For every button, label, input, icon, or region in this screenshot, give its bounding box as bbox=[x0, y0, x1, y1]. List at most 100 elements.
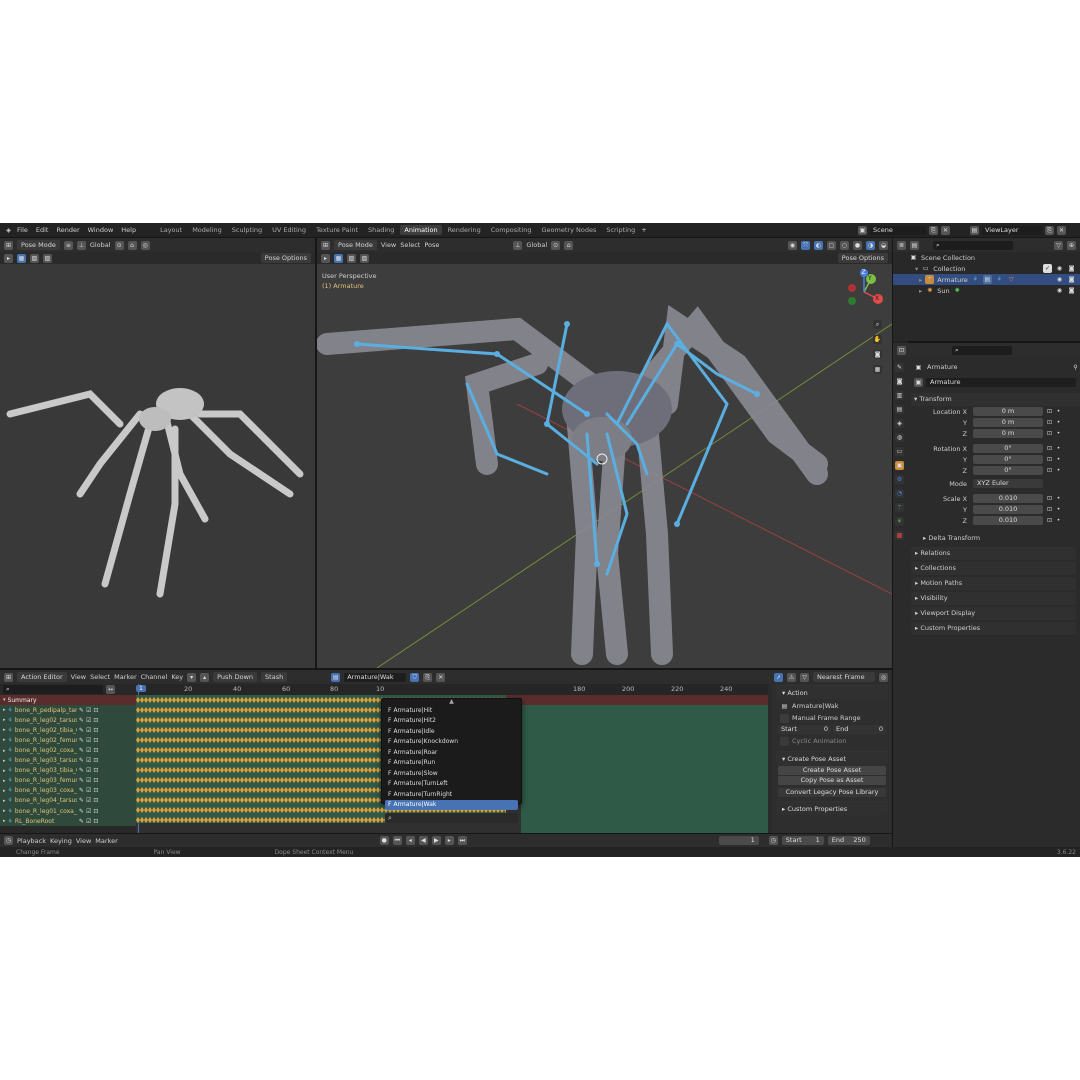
jump-prev-key-icon[interactable]: ◂ bbox=[405, 836, 415, 845]
lock-icon[interactable]: ⊡ bbox=[1045, 455, 1054, 464]
keyframe-dot-icon[interactable]: • bbox=[1054, 407, 1063, 416]
checkbox-icon[interactable]: ☑ bbox=[86, 717, 91, 724]
ae-menu-channel[interactable]: Channel bbox=[141, 673, 168, 681]
custom-props-header[interactable]: ▸ Custom Properties bbox=[776, 801, 888, 815]
data-browse-icon[interactable]: ▣ bbox=[914, 378, 923, 387]
expand-icon[interactable]: ▸ bbox=[3, 727, 6, 733]
output-tab-icon[interactable]: ▥ bbox=[895, 391, 904, 400]
ae-menu-key[interactable]: Key bbox=[171, 673, 183, 681]
layer-up-icon[interactable]: ▴ bbox=[200, 672, 210, 682]
camera-render-icon[interactable]: ◙ bbox=[1067, 286, 1076, 295]
scene-selector[interactable]: ▣ Scene ⎘ ✕ bbox=[858, 225, 950, 235]
action-panel-header[interactable]: ▾ Action bbox=[776, 685, 888, 699]
editor-type-icon[interactable]: ⊞ bbox=[4, 240, 13, 250]
cyclic-row[interactable]: Cyclic Animation bbox=[772, 735, 892, 747]
dropdown-item[interactable]: F Armature|Hit2 bbox=[385, 716, 518, 727]
scene-copy-icon[interactable]: ⎘ bbox=[929, 225, 938, 235]
lock-icon[interactable]: ⊡ bbox=[1045, 505, 1054, 514]
light-data-icon[interactable]: ✺ bbox=[953, 286, 962, 295]
checkbox-icon[interactable]: ☑ bbox=[86, 737, 91, 744]
navigation-gizmo[interactable]: X Y Z bbox=[842, 266, 887, 316]
create-pose-header[interactable]: ▾ Create Pose Asset bbox=[776, 751, 888, 765]
lock-icon[interactable]: ⊡ bbox=[93, 787, 98, 794]
checkbox-icon[interactable]: ☑ bbox=[86, 767, 91, 774]
cyclic-checkbox[interactable] bbox=[780, 736, 789, 746]
section-collections[interactable]: ▸ Collections bbox=[911, 562, 1076, 575]
lock-icon[interactable]: ⊡ bbox=[93, 747, 98, 754]
record-icon[interactable]: ● bbox=[379, 836, 389, 845]
collection-checkbox-icon[interactable]: ✓ bbox=[1043, 264, 1052, 273]
bone-tab-icon[interactable]: ⚘ bbox=[895, 517, 904, 526]
wrench-icon[interactable]: ✎ bbox=[79, 757, 84, 764]
push-down-button[interactable]: Push Down bbox=[213, 672, 258, 682]
select-subtract-icon[interactable]: ▨ bbox=[360, 253, 369, 263]
wrench-icon[interactable]: ✎ bbox=[79, 777, 84, 784]
keyframe-dot-icon[interactable]: • bbox=[1054, 444, 1063, 453]
expand-icon[interactable]: ▸ bbox=[3, 748, 6, 754]
jump-next-key-icon[interactable]: ▸ bbox=[444, 836, 454, 845]
proportional-icon[interactable]: ◎ bbox=[140, 240, 150, 250]
select-extend-icon[interactable]: ▧ bbox=[347, 253, 356, 263]
visibility-icon[interactable]: ◉ bbox=[788, 240, 797, 250]
tool-tab-icon[interactable]: ✎ bbox=[895, 363, 904, 372]
keyframe-dot-icon[interactable]: • bbox=[1054, 455, 1063, 464]
tab-layout[interactable]: Layout bbox=[156, 225, 186, 235]
checkbox-icon[interactable]: ☑ bbox=[86, 808, 91, 815]
expand-icon[interactable]: ▸ bbox=[3, 818, 6, 824]
display-mode-icon[interactable]: ▤ bbox=[910, 240, 919, 250]
shading-rendered-icon[interactable]: ◒ bbox=[879, 240, 888, 250]
scale-field-1[interactable]: 0.010 bbox=[973, 505, 1043, 514]
layer-down-icon[interactable]: ▾ bbox=[187, 672, 197, 682]
checkbox-icon[interactable]: ☑ bbox=[86, 818, 91, 825]
channel-row[interactable]: ▸ ⚘ bone_R_leg03_femur_ ✎ ☑ ⊡ bbox=[0, 775, 136, 786]
channel-search-input[interactable]: ⌕ bbox=[3, 685, 103, 694]
wrench-icon[interactable]: ✎ bbox=[79, 737, 84, 744]
lock-icon[interactable]: ⊡ bbox=[93, 757, 98, 764]
shading-material-icon[interactable]: ◑ bbox=[866, 240, 875, 250]
section-visibility[interactable]: ▸ Visibility bbox=[911, 592, 1076, 605]
expand-icon[interactable]: ▸ bbox=[919, 276, 922, 284]
wrench-icon[interactable]: ✎ bbox=[79, 787, 84, 794]
outliner-search-input[interactable]: ⌕ bbox=[933, 240, 1013, 250]
outliner-editor-icon[interactable]: ≣ bbox=[897, 240, 906, 250]
eye-icon[interactable]: ◉ bbox=[1055, 286, 1064, 295]
tab-animation[interactable]: Animation bbox=[400, 225, 442, 235]
tab-scripting[interactable]: Scripting bbox=[602, 225, 639, 235]
eye-icon[interactable]: ◉ bbox=[1055, 275, 1064, 284]
channel-row[interactable]: ▸ ⚘ bone_R_leg03_coxa_0 ✎ ☑ ⊡ bbox=[0, 785, 136, 796]
wrench-icon[interactable]: ✎ bbox=[79, 797, 84, 804]
dropdown-item[interactable]: F Armature|Run bbox=[385, 758, 518, 769]
wrench-icon[interactable]: ✎ bbox=[79, 747, 84, 754]
outliner-collection[interactable]: ▾ ▭ Collection ✓ ◉ ◙ bbox=[893, 263, 1080, 274]
dropdown-item[interactable]: F Armature|Roar bbox=[385, 747, 518, 758]
range-start-field[interactable]: Start 0 bbox=[778, 725, 831, 734]
main-orientation[interactable]: Global bbox=[526, 241, 547, 249]
dropdown-item[interactable]: F Armature|Slow bbox=[385, 768, 518, 779]
tl-menu-keying[interactable]: Keying bbox=[50, 837, 72, 845]
snap-icon[interactable]: ⌂ bbox=[127, 240, 137, 250]
tab-shading[interactable]: Shading bbox=[364, 225, 398, 235]
view-layer-copy-icon[interactable]: ⎘ bbox=[1045, 225, 1054, 235]
dropdown-item[interactable]: F Armature|TurnRight bbox=[385, 789, 518, 800]
lock-icon[interactable]: ⊡ bbox=[93, 818, 98, 825]
channel-row[interactable]: ▸ ⚘ bone_R_leg03_tarsus_ ✎ ☑ ⊡ bbox=[0, 755, 136, 766]
texture-tab-icon[interactable]: ▩ bbox=[895, 531, 904, 540]
expand-icon[interactable]: ▸ bbox=[3, 737, 6, 743]
lock-icon[interactable]: ⊡ bbox=[1045, 444, 1054, 453]
new-collection-icon[interactable]: ⊕ bbox=[1067, 240, 1076, 250]
armature-data-icon[interactable]: ▽ bbox=[1007, 275, 1016, 284]
channel-row[interactable]: ▸ ⚘ RL_BoneRoot ✎ ☑ ⊡ bbox=[0, 816, 136, 827]
pose-icon[interactable]: ⚘ bbox=[971, 275, 980, 284]
expand-icon[interactable]: ▸ bbox=[3, 768, 6, 774]
action-browse-icon[interactable]: ▤ bbox=[331, 672, 341, 682]
snap-mode-select[interactable]: Nearest Frame bbox=[813, 672, 875, 682]
expand-icon[interactable]: ▸ bbox=[3, 788, 6, 794]
shading-solid-icon[interactable]: ● bbox=[853, 240, 862, 250]
left-viewport[interactable]: ⊞ Pose Mode ≡ ⊥ Global ⊙ ⌂ ◎ ▸ ▦ ▧ ▨ Pos… bbox=[0, 238, 315, 668]
shading-wire-icon[interactable]: ○ bbox=[840, 240, 849, 250]
proportional-icon[interactable]: ◎ bbox=[879, 672, 888, 682]
section-relations[interactable]: ▸ Relations bbox=[911, 547, 1076, 560]
copy-pose-asset-button[interactable]: Copy Pose as Asset bbox=[778, 776, 886, 785]
rotation-mode-select[interactable]: XYZ Euler bbox=[973, 479, 1043, 488]
properties-editor[interactable]: ⊡ ⌕ ✎ ◙ ▥ ▤ ◈ ◍ ▭ ▣ ⚙ ◔ ⚚ ⚘ ▩ ▣ Armature… bbox=[893, 343, 1080, 857]
